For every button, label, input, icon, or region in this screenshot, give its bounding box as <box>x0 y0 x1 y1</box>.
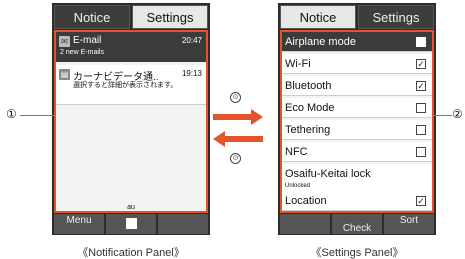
softkey-label: Check <box>342 223 372 234</box>
tab-settings[interactable]: Settings <box>132 5 208 29</box>
tab-notice[interactable]: Notice <box>280 5 356 29</box>
center-softkey[interactable] <box>106 214 156 234</box>
highlight-frame <box>280 30 434 213</box>
settings-panel-screen: Notice Settings Airplane mode Wi-Fi ✓ Bl… <box>278 3 436 235</box>
sort-softkey[interactable]: Sort <box>384 214 434 234</box>
key-icon-left: ⊙ <box>230 153 241 164</box>
right-softkey[interactable] <box>158 214 208 234</box>
key-icon-right: ⊙ <box>230 92 241 103</box>
right-arrow-icon <box>213 109 263 125</box>
callout-line-right <box>434 115 452 116</box>
softkey-label: Sort <box>399 215 419 226</box>
notification-list: ✉ E-mail 20:47 2 new E-mails ▤ カーナビデータ通.… <box>54 30 208 213</box>
tab-bar: Notice Settings <box>280 5 434 29</box>
square-icon <box>126 218 137 229</box>
highlight-frame <box>54 30 208 213</box>
notification-panel-screen: Notice Settings ✉ E-mail 20:47 2 new E-m… <box>52 3 210 235</box>
check-softkey[interactable]: Check <box>332 214 382 234</box>
softkey-bar: Menu <box>54 214 208 234</box>
tab-notice[interactable]: Notice <box>54 5 130 29</box>
menu-softkey[interactable]: Menu <box>54 214 104 234</box>
callout-line-left <box>20 115 54 116</box>
caption-settings-panel: 《Settings Panel》 <box>310 247 404 259</box>
tab-settings[interactable]: Settings <box>358 5 434 29</box>
callout-number-right: ② <box>452 107 463 121</box>
settings-list: Airplane mode Wi-Fi ✓ Bluetooth ✓ Eco Mo… <box>280 30 434 213</box>
softkey-label: Menu <box>66 215 92 226</box>
left-arrow-icon <box>213 131 263 147</box>
left-softkey[interactable] <box>280 214 330 234</box>
tab-bar: Notice Settings <box>54 5 208 29</box>
callout-number-left: ① <box>6 107 17 121</box>
caption-notification-panel: 《Notification Panel》 <box>77 247 185 259</box>
softkey-bar: Check Sort <box>280 214 434 234</box>
